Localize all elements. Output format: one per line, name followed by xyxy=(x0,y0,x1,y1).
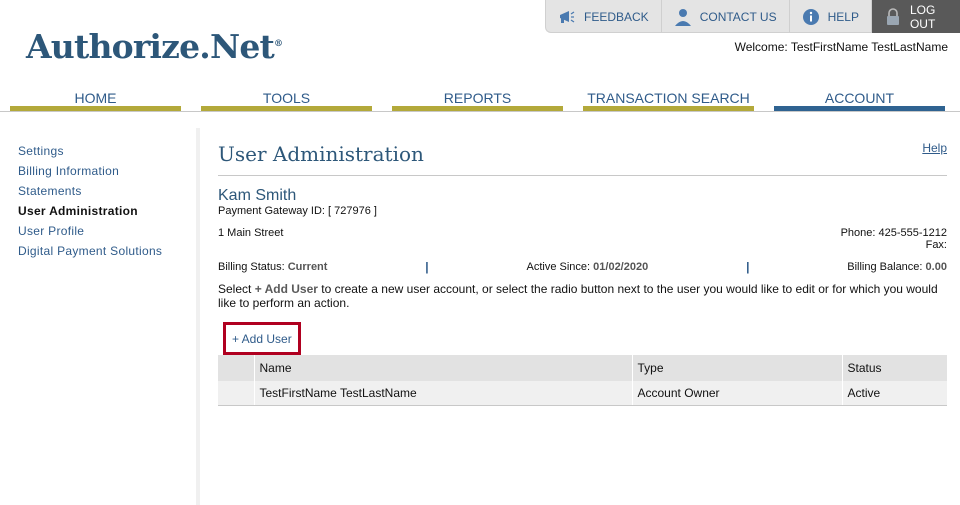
instructions-post: to create a new user account, or select … xyxy=(218,282,938,310)
column-header-name: Name xyxy=(253,355,632,381)
megaphone-icon xyxy=(558,8,576,26)
active-since-label: Active Since: xyxy=(526,261,591,273)
brand-name: Authorize.Net xyxy=(26,27,275,66)
feedback-link[interactable]: FEEDBACK xyxy=(546,0,662,33)
billing-status-label: Billing Status: xyxy=(218,261,285,273)
main-content: User Administration Help Kam Smith Payme… xyxy=(218,128,947,406)
billing-balance-value: 0.00 xyxy=(925,261,947,273)
welcome-text: Welcome: TestFirstName TestLastName xyxy=(734,40,948,54)
sidebar-item-billing-information[interactable]: Billing Information xyxy=(0,161,196,181)
instructions-pre: Select xyxy=(218,282,255,296)
account-name: Kam Smith xyxy=(218,187,297,204)
phone: Phone: 425-555-1212 xyxy=(840,227,947,239)
sidebar-item-user-profile[interactable]: User Profile xyxy=(0,221,196,241)
nav-divider xyxy=(0,111,960,112)
sidebar-item-statements[interactable]: Statements xyxy=(0,181,196,201)
sidebar-item-user-administration[interactable]: User Administration xyxy=(0,201,196,221)
gateway-id: Payment Gateway ID: [ 727976 ] xyxy=(218,205,377,217)
user-type-cell: Account Owner xyxy=(631,381,842,406)
info-icon xyxy=(802,8,820,26)
table-row[interactable]: TestFirstName TestLastName Account Owner… xyxy=(218,381,947,406)
feedback-label: FEEDBACK xyxy=(584,9,649,24)
nav-home[interactable]: HOME xyxy=(10,88,181,111)
add-user-button[interactable]: + Add User xyxy=(223,322,301,355)
user-name-cell: TestFirstName TestLastName xyxy=(253,381,632,406)
nav-transaction-search[interactable]: TRANSACTION SEARCH xyxy=(583,88,754,111)
separator: | xyxy=(746,260,750,274)
sidebar-item-settings[interactable]: Settings xyxy=(0,141,196,161)
lock-icon xyxy=(884,7,902,26)
help-link[interactable]: Help xyxy=(922,141,947,155)
nav-reports[interactable]: REPORTS xyxy=(392,88,563,111)
logout-button[interactable]: LOG OUT xyxy=(871,0,960,33)
column-header-status: Status xyxy=(841,355,947,381)
user-table: Name Type Status TestFirstName TestLastN… xyxy=(218,355,947,406)
help-top-label: HELP xyxy=(827,9,859,24)
billing-balance-label: Billing Balance: xyxy=(847,261,923,273)
instructions-action: + Add User xyxy=(254,282,318,296)
registered-mark: ® xyxy=(274,39,283,49)
column-header-type: Type xyxy=(631,355,842,381)
billing-status-value: Current xyxy=(287,261,328,273)
account-status-row: Billing Status: Current | Active Since: … xyxy=(218,260,947,274)
address: 1 Main Street xyxy=(218,227,284,239)
select-column-header xyxy=(218,355,254,381)
sidebar: Settings Billing Information Statements … xyxy=(0,128,200,505)
main-nav: HOME TOOLS REPORTS TRANSACTION SEARCH AC… xyxy=(10,88,945,111)
logout-label: LOG OUT xyxy=(909,2,936,31)
help-top-link[interactable]: HELP xyxy=(790,0,872,33)
brand-logo[interactable]: Authorize.Net® xyxy=(26,27,283,66)
person-icon xyxy=(674,8,692,26)
active-since-value: 01/02/2020 xyxy=(593,261,649,273)
row-select-cell[interactable] xyxy=(218,381,254,406)
sidebar-item-digital-payment-solutions[interactable]: Digital Payment Solutions xyxy=(0,241,196,261)
contact-us-label: CONTACT US xyxy=(699,9,777,24)
page-title: User Administration xyxy=(218,142,424,166)
utility-bar: FEEDBACK CONTACT US HELP LOG OUT xyxy=(545,0,960,33)
user-status-cell: Active xyxy=(841,381,947,406)
table-header-row: Name Type Status xyxy=(218,355,947,381)
separator: | xyxy=(425,260,429,274)
instructions-text: Select + Add User to create a new user a… xyxy=(218,282,947,310)
title-divider xyxy=(218,175,947,176)
nav-tools[interactable]: TOOLS xyxy=(201,88,372,111)
contact-us-link[interactable]: CONTACT US xyxy=(662,0,790,33)
fax: Fax: xyxy=(925,239,947,251)
nav-account[interactable]: ACCOUNT xyxy=(774,88,945,111)
